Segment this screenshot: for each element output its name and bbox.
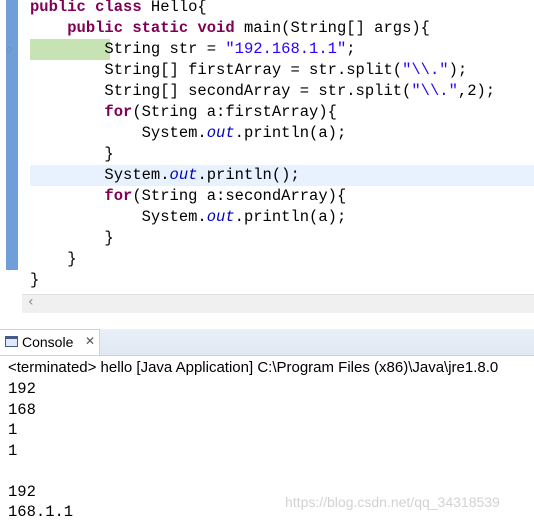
code-editor[interactable]: ◇ public class Hello{ public static void… [0,0,534,318]
code-line[interactable]: String[] firstArray = str.split("\\."); [30,60,534,81]
scroll-left-icon[interactable]: ‹ [28,294,34,310]
code-token: } [30,229,114,247]
console-status-header: <terminated> hello [Java Application] C:… [8,359,499,376]
code-token: String[] secondArray = str.split( [30,82,412,100]
code-token: } [30,250,77,268]
code-token: "192.168.1.1" [225,40,347,58]
code-token: .println(a); [234,208,347,226]
code-line[interactable]: public class Hello{ [30,0,534,18]
code-line[interactable]: String[] secondArray = str.split("\\.",2… [30,81,534,102]
code-line[interactable]: System.out.println(); [30,165,534,186]
code-token: public class [30,0,151,16]
console-output-line: 168.1.1 [8,503,74,521]
code-token: out [206,124,235,142]
code-token: ); [448,61,468,79]
code-line[interactable]: public static void main(String[] args){ [30,18,534,39]
code-token: System. [30,166,170,184]
code-token: System. [30,124,207,142]
overview-ruler[interactable] [6,0,18,270]
code-line[interactable]: for(String a:firstArray){ [30,102,534,123]
console-tab-bar: Console ✕ [0,329,534,356]
console-tab-label: Console [22,334,74,350]
console-icon [5,336,18,347]
tab-console[interactable]: Console ✕ [0,329,100,355]
console-output-line: 192 [8,380,36,398]
console-output-line: 1 [8,421,18,439]
watermark: https://blog.csdn.net/qq_34318539 [285,494,500,510]
code-token: for [104,187,133,205]
code-token: out [206,208,235,226]
code-line[interactable]: String str = "192.168.1.1"; [30,39,534,60]
code-token: } [30,271,40,289]
code-line[interactable]: } [30,270,534,291]
code-token: (String a:secondArray){ [132,187,347,205]
code-token: "\\." [402,61,449,79]
console-output-line: 192 [8,482,36,501]
code-token: String str = [30,40,226,58]
code-line[interactable]: for(String a:secondArray){ [30,186,534,207]
code-token: for [104,103,133,121]
code-line[interactable]: System.out.println(a); [30,207,534,228]
code-token: (String a:firstArray){ [132,103,337,121]
console-output-line: 168 [8,400,36,419]
code-token: .println(); [197,166,300,184]
horizontal-scrollbar[interactable]: ‹ [22,294,534,313]
code-token: } [30,145,114,163]
code-token: public static void [67,19,244,37]
code-line[interactable]: } [30,228,534,249]
fold-icon[interactable]: ◇ [6,44,12,56]
close-icon[interactable]: ✕ [85,334,95,348]
code-token: ,2); [457,82,496,100]
code-token: String[] firstArray = str.split( [30,61,403,79]
code-token: main(String[] args){ [243,19,430,37]
code-token: ; [346,40,356,58]
code-token: .println(a); [234,124,347,142]
code-token: Hello{ [150,0,207,16]
code-line[interactable]: } [30,249,534,270]
code-line[interactable]: System.out.println(a); [30,123,534,144]
code-token: out [169,166,198,184]
console-output-line: 1 [8,441,18,460]
code-token: "\\." [411,82,458,100]
code-token: System. [30,208,207,226]
code-line[interactable]: } [30,144,534,165]
